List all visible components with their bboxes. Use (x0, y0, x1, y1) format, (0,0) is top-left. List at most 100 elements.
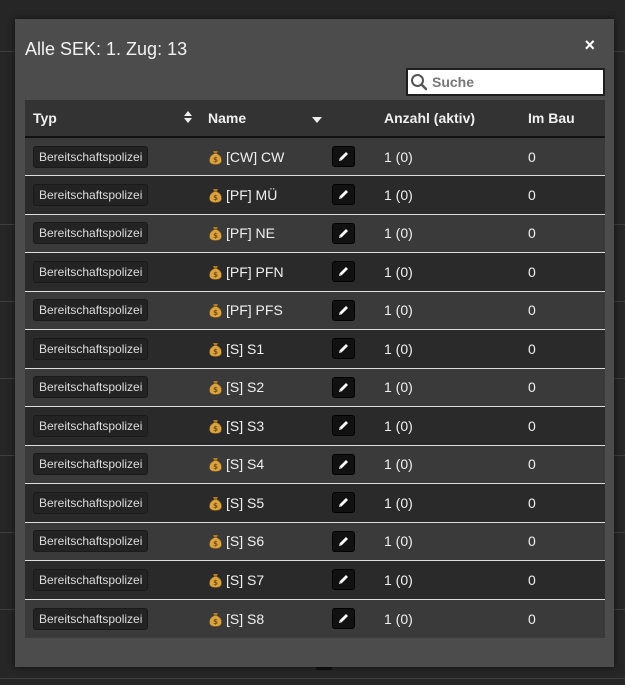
cell-building: 0 (528, 571, 536, 588)
cell-type: Bereitschaftspolizei (25, 291, 200, 330)
cell-type: Bereitschaftspolizei (25, 214, 200, 253)
svg-text:$: $ (213, 232, 218, 240)
cell-building: 0 (528, 494, 536, 511)
search-icon (408, 70, 430, 94)
edit-button[interactable] (332, 146, 355, 167)
cell-building: 0 (528, 263, 536, 280)
cell-name: $ [S] S4 (200, 445, 376, 484)
search-box (406, 68, 605, 96)
cell-type: Bereitschaftspolizei (25, 561, 200, 600)
edit-button[interactable] (332, 222, 355, 244)
cell-building: 0 (528, 417, 536, 434)
cell-name: $ [PF] PFN (200, 253, 376, 292)
cell-name: $ [S] S5 (200, 484, 376, 523)
cell-count: 1 (0) (384, 571, 413, 588)
pencil-icon (337, 612, 350, 625)
edit-button[interactable] (332, 299, 355, 321)
column-header-name[interactable]: Name (200, 100, 376, 138)
svg-text:$: $ (213, 579, 218, 587)
search-input[interactable] (430, 71, 600, 93)
cell-count: 1 (0) (384, 610, 413, 627)
cell-name: $ [CW] CW (200, 137, 376, 176)
pencil-icon (337, 496, 350, 509)
background-divider (0, 678, 625, 679)
pencil-icon (337, 150, 350, 163)
cell-building: 0 (528, 533, 536, 550)
cell-building: 0 (528, 340, 536, 357)
cell-building: 0 (528, 225, 536, 242)
pencil-icon (337, 265, 350, 278)
money-bag-icon: $ (208, 379, 223, 396)
edit-button[interactable] (332, 608, 355, 629)
vehicle-type-badge: Bereitschaftspolizei (33, 145, 149, 168)
cell-name: $ [PF] MÜ (200, 176, 376, 215)
edit-button[interactable] (332, 376, 355, 398)
caret-down-icon (312, 110, 322, 126)
pencil-icon (337, 573, 350, 586)
table-row: Bereitschaftspolizei $ [PF] PFN 1 (0) 0 (25, 252, 605, 292)
cell-count: 1 (0) (384, 456, 413, 473)
table-row: Bereitschaftspolizei $ [PF] MÜ 1 (0) 0 (25, 175, 605, 215)
cell-count: 1 (0) (384, 225, 413, 242)
vehicle-type-badge: Bereitschaftspolizei (33, 530, 149, 553)
cell-type: Bereitschaftspolizei (25, 176, 200, 215)
table-row: Bereitschaftspolizei $ [S] S6 1 (0) 0 (25, 522, 605, 561)
vehicle-name: [PF] NE (226, 225, 276, 242)
table-row: Bereitschaftspolizei $ [S] S3 1 (0) 0 (25, 406, 605, 446)
vehicle-type-badge: Bereitschaftspolizei (33, 376, 149, 399)
edit-button[interactable] (332, 453, 355, 475)
vehicle-type-badge: Bereitschaftspolizei (33, 453, 149, 476)
vehicle-type-badge: Bereitschaftspolizei (33, 222, 149, 245)
vehicle-name: [S] S6 (226, 533, 265, 550)
vehicle-name: [S] S7 (226, 571, 265, 588)
cell-type: Bereitschaftspolizei (25, 484, 200, 523)
edit-button[interactable] (332, 338, 355, 360)
table-header-row: Typ Name Anzahl (aktiv) Im Bau (25, 100, 605, 138)
vehicle-name: [CW] CW (226, 148, 285, 165)
svg-text:$: $ (213, 502, 218, 510)
cell-count: 1 (0) (384, 379, 413, 396)
column-header-building[interactable]: Im Bau (520, 100, 605, 138)
table-row: Bereitschaftspolizei $ [S] S5 1 (0) 0 (25, 483, 605, 523)
edit-button[interactable] (332, 184, 355, 206)
pencil-icon (337, 419, 350, 432)
cell-building: 0 (528, 186, 536, 203)
vehicle-name: [S] S1 (226, 340, 265, 357)
pencil-icon (337, 342, 350, 355)
pencil-icon (337, 535, 350, 548)
money-bag-icon: $ (208, 611, 223, 627)
column-header-label: Im Bau (528, 110, 575, 126)
sort-icon (184, 110, 192, 126)
column-header-label: Typ (33, 110, 57, 126)
cell-count: 1 (0) (384, 186, 413, 203)
vehicle-name: [S] S4 (226, 456, 265, 473)
cell-count: 1 (0) (384, 494, 413, 511)
svg-text:$: $ (213, 425, 218, 433)
pencil-icon (337, 188, 350, 201)
money-bag-icon: $ (208, 302, 223, 319)
cell-count: 1 (0) (384, 417, 413, 434)
cell-name: $ [S] S3 (200, 407, 376, 446)
cell-name: $ [S] S6 (200, 522, 376, 561)
edit-button[interactable] (332, 530, 355, 552)
vehicle-type-badge: Bereitschaftspolizei (33, 607, 149, 630)
cell-count: 1 (0) (384, 533, 413, 550)
edit-button[interactable] (332, 492, 355, 514)
edit-button[interactable] (332, 569, 355, 591)
edit-button[interactable] (332, 415, 355, 437)
cell-name: $ [S] S1 (200, 330, 376, 369)
column-header-count[interactable]: Anzahl (aktiv) (376, 100, 520, 138)
table-row: Bereitschaftspolizei $ [CW] CW 1 (0) 0 (25, 137, 605, 176)
vehicle-type-badge: Bereitschaftspolizei (33, 491, 149, 514)
pencil-icon (337, 381, 350, 394)
table-row: Bereitschaftspolizei $ [S] S7 1 (0) 0 (25, 560, 605, 600)
edit-button[interactable] (332, 261, 355, 283)
close-icon[interactable]: × (584, 36, 595, 54)
column-header-label: Anzahl (aktiv) (384, 110, 476, 126)
cell-type: Bereitschaftspolizei (25, 253, 200, 292)
money-bag-icon: $ (208, 533, 223, 550)
units-modal: Alle SEK: 1. Zug: 13 × Typ (15, 19, 614, 667)
cell-building: 0 (528, 610, 536, 627)
svg-text:$: $ (213, 386, 218, 394)
column-header-type[interactable]: Typ (25, 100, 200, 138)
